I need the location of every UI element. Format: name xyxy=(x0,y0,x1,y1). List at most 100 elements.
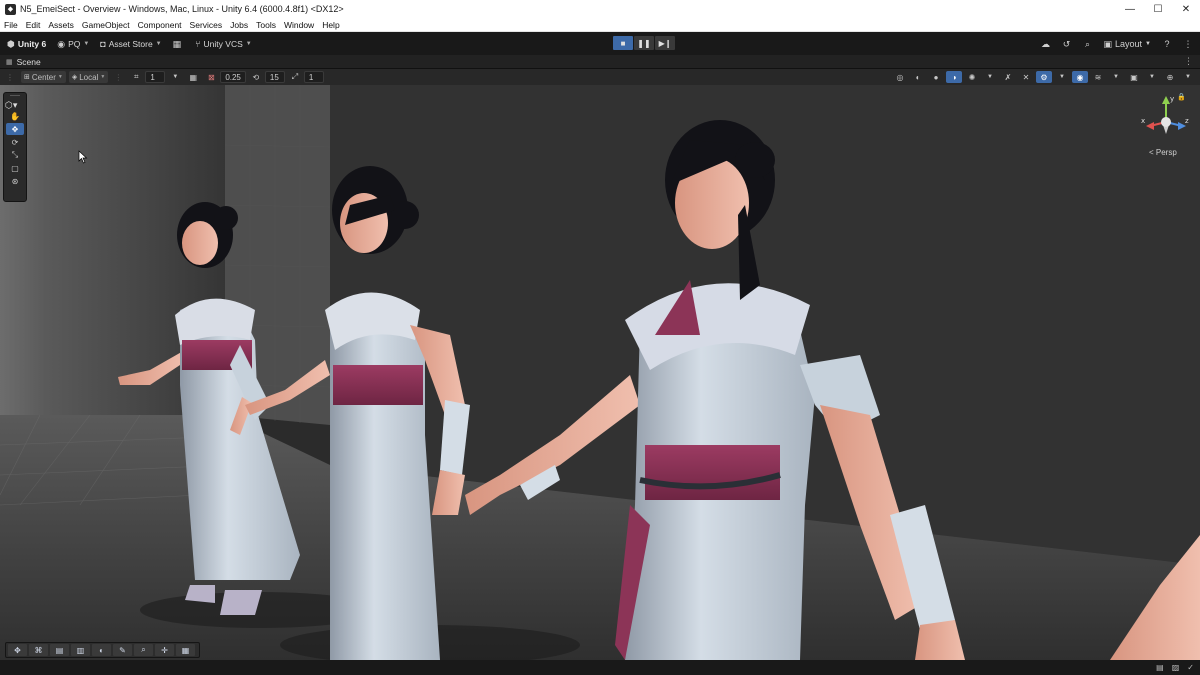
pan-tool-icon[interactable]: ✛ xyxy=(155,644,174,656)
tool-context-icon[interactable]: ⬡▾ xyxy=(5,100,17,111)
rotation-snap-icon[interactable]: ⟲ xyxy=(248,71,264,83)
grid-dropdown-icon[interactable]: ▼ xyxy=(167,71,183,83)
history-icon: ↺ xyxy=(1062,38,1071,49)
search-button[interactable]: ⌕ xyxy=(1079,36,1097,52)
play-button[interactable]: ■ xyxy=(613,36,633,50)
layout-dropdown[interactable]: ▣ Layout ▼ xyxy=(1100,36,1156,52)
grid-tool-icon[interactable]: ▤ xyxy=(50,644,69,656)
zoom-tool-icon[interactable]: ⌕ xyxy=(134,644,153,656)
camera-icon[interactable]: ▣ xyxy=(1126,71,1142,83)
cloud-button[interactable]: ☁ xyxy=(1037,36,1055,52)
chevron-down-icon: ▼ xyxy=(245,41,252,47)
close-button[interactable]: ✕ xyxy=(1172,0,1200,18)
tab-more-icon[interactable]: ⋮ xyxy=(1184,56,1193,67)
local-space-icon: ◈ xyxy=(71,74,78,81)
menu-window[interactable]: Window xyxy=(280,20,318,30)
grid-size-field[interactable]: 1 xyxy=(145,71,166,83)
orientation-gizmo[interactable]: y x z 🔒 xyxy=(1140,92,1192,152)
menu-gameobject[interactable]: GameObject xyxy=(78,20,134,30)
shaded-sphere-icon[interactable]: ● xyxy=(928,71,944,83)
package-manager-button[interactable]: ▦ xyxy=(169,36,189,52)
camera-dropdown-icon[interactable]: ▼ xyxy=(1144,71,1160,83)
mouse-cursor-icon xyxy=(78,150,88,164)
paint-tool-icon[interactable]: ✎ xyxy=(113,644,132,656)
grid-visibility-icon[interactable]: ▦ xyxy=(185,71,201,83)
layout-icon: ▣ xyxy=(1103,38,1113,49)
search-icon: ⌕ xyxy=(1084,38,1091,49)
scene-toolbar: ⋮ ⊞ Center ▼ ◈ Local ▼ ⋮ ⌗ 1 ▼ ▦ ⊠ 0.25 … xyxy=(0,69,1200,85)
layers-icon[interactable]: ≋ xyxy=(1090,71,1106,83)
overlay-menu-icon[interactable]: ⊕ xyxy=(1162,71,1178,83)
layers-dropdown-icon[interactable]: ▼ xyxy=(1108,71,1124,83)
scene-viewport[interactable] xyxy=(0,85,1200,660)
rotate-tool-icon[interactable]: ⟳ xyxy=(6,136,24,148)
toolbar-separator-icon: ⋮ xyxy=(114,72,123,82)
pivot-mode-dropdown[interactable]: ⊞ Center ▼ xyxy=(21,71,66,83)
scale-tool-icon[interactable]: ⤡ xyxy=(6,149,24,161)
pivot-icon: ⊞ xyxy=(24,74,30,81)
package-icon: ▦ xyxy=(172,38,182,49)
unity-editor-window: ◆ N5_EmeiSect - Overview - Windows, Mac,… xyxy=(0,0,1200,675)
check-status-icon[interactable]: ✓ xyxy=(1187,663,1194,672)
vcs-dropdown[interactable]: ⑂ Unity VCS ▼ xyxy=(191,36,256,52)
step-button[interactable]: ▶❙ xyxy=(655,36,675,50)
stop-icon: ■ xyxy=(620,38,626,48)
scale-snap-field[interactable]: 1 xyxy=(303,71,324,83)
gizmo-y-label: y xyxy=(1170,95,1174,103)
step-icon: ▶❙ xyxy=(658,38,672,48)
angle-snap-field[interactable]: 15 xyxy=(264,71,285,83)
scene-tab-bar: ▦ Scene ⋮ xyxy=(0,55,1200,69)
perspective-label[interactable]: < Persp xyxy=(1149,148,1177,157)
view-tool-hand-icon[interactable]: ✋ xyxy=(6,110,24,122)
menu-tools[interactable]: Tools xyxy=(252,20,280,30)
move-tool-icon[interactable]: ✥ xyxy=(6,123,24,135)
history-button[interactable]: ↺ xyxy=(1058,36,1076,52)
account-dropdown[interactable]: ◉ PQ ▼ xyxy=(53,36,93,52)
rect-tool-icon[interactable]: ▢ xyxy=(6,162,24,174)
layers-status-icon[interactable]: ▤ xyxy=(1156,663,1164,672)
minimize-button[interactable]: — xyxy=(1116,0,1144,18)
menu-assets[interactable]: Assets xyxy=(44,20,78,30)
terrain-tool-icon[interactable]: ▥ xyxy=(71,644,90,656)
transform-tool-icon[interactable]: ⊛ xyxy=(6,175,24,187)
gizmo-lock-icon[interactable]: 🔒 xyxy=(1177,93,1186,101)
menu-services[interactable]: Services xyxy=(186,20,227,30)
menu-edit[interactable]: Edit xyxy=(22,20,45,30)
orbit-tool-icon[interactable]: ◐ xyxy=(92,644,111,656)
lighting-dropdown-icon[interactable]: ▼ xyxy=(982,71,998,83)
maximize-button[interactable]: ☐ xyxy=(1144,0,1172,18)
toolbar-more-button[interactable]: ⋮ xyxy=(1179,36,1197,52)
tab-scene[interactable]: ▦ Scene xyxy=(0,57,41,67)
audio-mute-icon[interactable]: ✗ xyxy=(1000,71,1016,83)
menu-help[interactable]: Help xyxy=(318,20,343,30)
increment-snap-icon[interactable]: ⊠ xyxy=(203,71,219,83)
lit-sphere-icon[interactable]: ◑ xyxy=(946,71,962,83)
chevron-down-icon: ▼ xyxy=(57,74,63,80)
unity-account-button[interactable]: ⬢ Unity 6 xyxy=(3,36,50,52)
gizmos-dropdown-icon[interactable]: ▼ xyxy=(1054,71,1070,83)
chevron-down-icon: ▼ xyxy=(83,41,90,47)
unity-cube-icon: ⬢ xyxy=(7,38,15,49)
menu-component[interactable]: Component xyxy=(134,20,186,30)
pivot-space-dropdown[interactable]: ◈ Local ▼ xyxy=(68,71,109,83)
gizmos-toggle-icon[interactable]: ⚙ xyxy=(1036,71,1052,83)
effects-toggle-icon[interactable]: ✕ xyxy=(1018,71,1034,83)
visibility-eye-icon[interactable]: ◉ xyxy=(1072,71,1088,83)
menu-file[interactable]: File xyxy=(0,20,22,30)
menu-jobs[interactable]: Jobs xyxy=(226,20,252,30)
snap-tool-icon[interactable]: ⌘ xyxy=(29,644,48,656)
overlay-dropdown-icon[interactable]: ▼ xyxy=(1180,71,1196,83)
asset-store-dropdown[interactable]: ◘ Asset Store ▼ xyxy=(96,36,165,52)
snap-increment-field[interactable]: 0.25 xyxy=(220,71,246,83)
grid-snap-icon[interactable]: ⌗ xyxy=(128,71,144,83)
camera-tool-icon[interactable]: ▦ xyxy=(176,644,195,656)
lighting-toggle-icon[interactable]: ✺ xyxy=(964,71,980,83)
move-handle-icon[interactable]: ✥ xyxy=(8,644,27,656)
help-button[interactable]: ? xyxy=(1158,36,1176,52)
wireframe-sphere-icon[interactable]: ◐ xyxy=(910,71,926,83)
pause-button[interactable]: ❚❚ xyxy=(634,36,654,50)
notifications-icon[interactable]: ▨ xyxy=(1172,663,1180,672)
scale-snap-icon[interactable]: ⤢ xyxy=(287,71,303,83)
window-title: N5_EmeiSect - Overview - Windows, Mac, L… xyxy=(20,4,344,14)
draw-mode-icon[interactable]: ◎ xyxy=(892,71,908,83)
